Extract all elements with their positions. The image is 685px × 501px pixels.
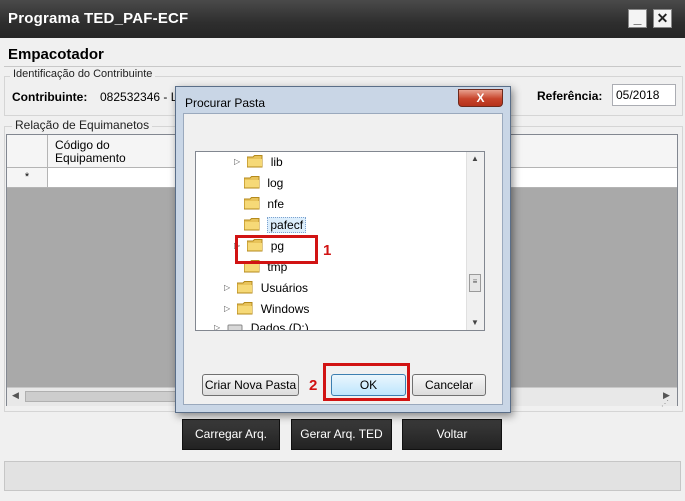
gerar-button[interactable]: Gerar Arq. TED: [291, 419, 392, 450]
equipment-group-label: Relação de Equimanetos: [12, 118, 153, 132]
tree-item-label: Dados (D:): [250, 321, 309, 331]
folder-icon: [244, 197, 260, 210]
tree-item-label: pafecf: [267, 217, 307, 233]
referencia-input[interactable]: 05/2018: [612, 84, 676, 106]
folder-icon: [244, 218, 260, 231]
folder-icon: [244, 176, 260, 189]
new-row-marker: *: [7, 168, 48, 187]
tree-item-log[interactable]: log: [244, 173, 283, 193]
drive-icon: [227, 324, 243, 330]
expand-icon[interactable]: ▷: [224, 278, 234, 298]
dialog-close-button[interactable]: X: [458, 89, 503, 107]
vertical-scrollbar[interactable]: ▲ ≡ ▼: [466, 152, 484, 330]
new-folder-button[interactable]: Criar Nova Pasta: [202, 374, 299, 396]
close-button[interactable]: ✕: [653, 9, 672, 28]
section-title: Empacotador: [8, 46, 104, 63]
contributor-group-label: Identificação do Contribuinte: [10, 68, 156, 80]
status-bar: [4, 461, 681, 491]
scroll-up-icon[interactable]: ▲: [471, 154, 479, 163]
voltar-button[interactable]: Voltar: [402, 419, 502, 450]
tree-item-dados[interactable]: ▷ Dados (D:): [214, 318, 309, 331]
highlight-box-ok: [323, 363, 410, 401]
tree-item-pafecf[interactable]: pafecf: [244, 215, 307, 235]
folder-icon: [237, 302, 253, 315]
tree-item-label: Windows: [260, 302, 310, 316]
tree-item-label: log: [267, 176, 284, 190]
expand-icon[interactable]: ▷: [234, 152, 244, 172]
expand-icon[interactable]: ▷: [214, 318, 224, 330]
grid-corner: [7, 135, 48, 167]
tree-item-label: lib: [270, 155, 283, 169]
referencia-label: Referência:: [537, 89, 603, 103]
divider: [4, 66, 681, 67]
scroll-left-icon[interactable]: ◀: [12, 390, 19, 401]
tree-item-label: nfe: [267, 197, 285, 211]
window-title: Programa TED_PAF-ECF: [8, 10, 189, 27]
tree-item-lib[interactable]: ▷ lib: [234, 152, 283, 172]
window-title-bar: Programa TED_PAF-ECF _ ✕: [0, 0, 685, 38]
annotation-step-2: 2: [309, 377, 318, 394]
tree-item-nfe[interactable]: nfe: [244, 194, 284, 214]
annotation-step-1: 1: [323, 242, 332, 259]
folder-icon: [237, 281, 253, 294]
folder-icon: [247, 155, 263, 168]
tree-item-usuarios[interactable]: ▷ Usuários: [224, 278, 308, 298]
carregar-button[interactable]: Carregar Arq.: [182, 419, 280, 450]
tree-item-label: Usuários: [260, 281, 309, 295]
contribuinte-label: Contribuinte:: [12, 90, 88, 104]
scroll-thumb[interactable]: ≡: [469, 274, 481, 292]
scroll-down-icon[interactable]: ▼: [471, 318, 479, 327]
resize-grip-icon[interactable]: ⋰: [661, 399, 669, 408]
highlight-box-pafecf: [235, 235, 318, 264]
column-header-codigo[interactable]: Código do Equipamento: [55, 139, 145, 165]
expand-icon[interactable]: ▷: [224, 299, 234, 319]
cancel-button[interactable]: Cancelar: [412, 374, 486, 396]
scroll-thumb[interactable]: [25, 391, 185, 402]
minimize-button[interactable]: _: [628, 9, 647, 28]
dialog-title: Procurar Pasta: [185, 96, 266, 110]
tree-item-windows[interactable]: ▷ Windows: [224, 299, 309, 319]
